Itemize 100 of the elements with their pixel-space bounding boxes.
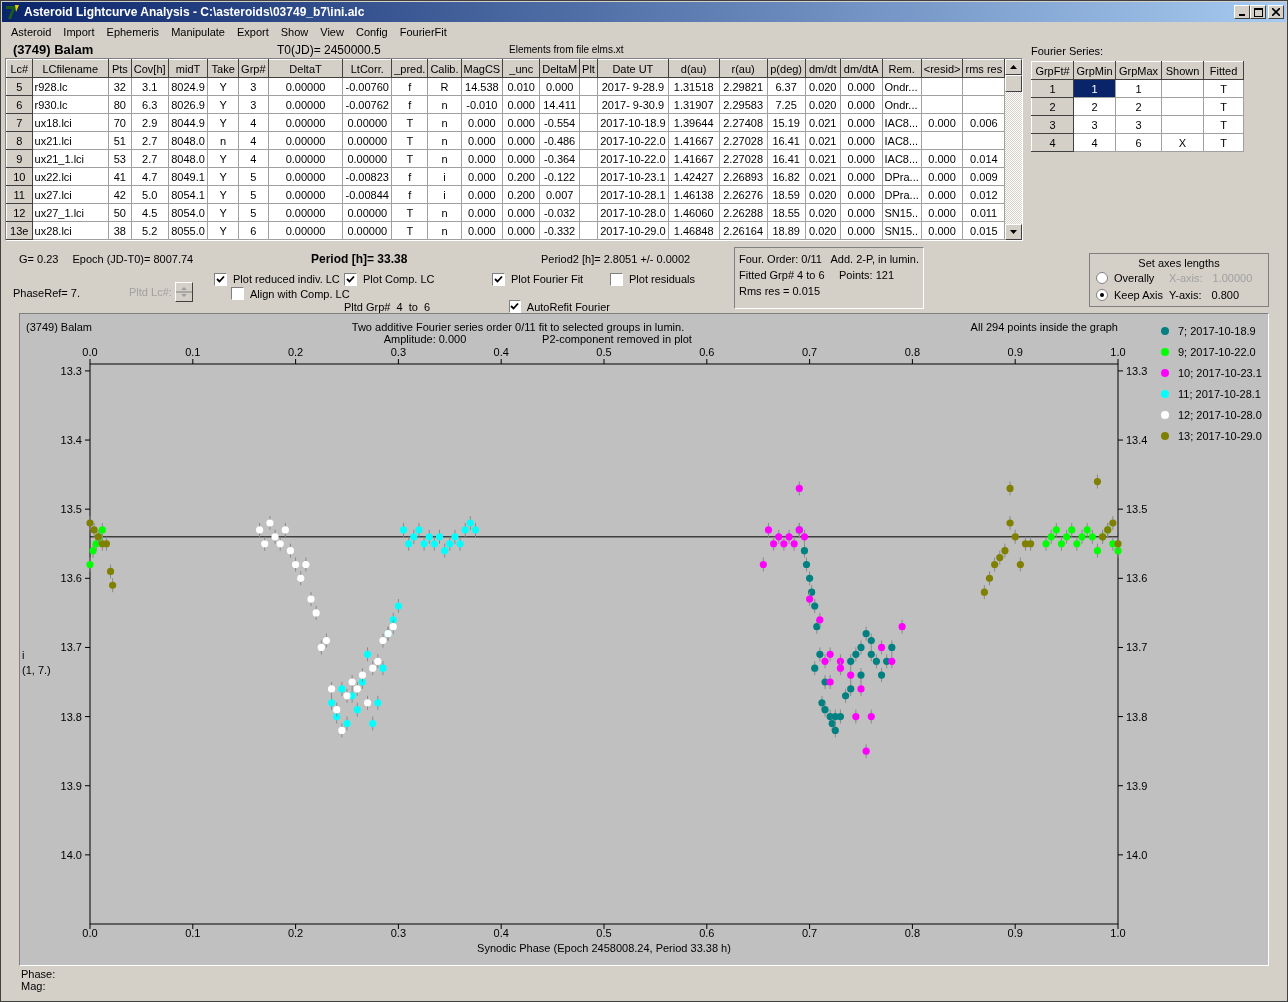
column-header[interactable]: Cov[h] — [131, 59, 169, 78]
table-cell: 0.00000 — [268, 131, 343, 150]
menu-item[interactable]: Export — [230, 26, 275, 38]
table-cell: f — [391, 185, 428, 204]
table-cell[interactable]: T — [1203, 97, 1244, 116]
point — [806, 574, 814, 582]
column-header[interactable]: Take — [207, 59, 239, 78]
point — [813, 623, 821, 631]
column-header[interactable]: GrpFt# — [1031, 61, 1074, 80]
column-header[interactable]: _pred. — [391, 59, 428, 78]
data-point — [867, 709, 875, 725]
column-header[interactable]: Pts — [108, 59, 132, 78]
table-cell[interactable]: 3 — [1115, 115, 1162, 134]
menu-item[interactable]: Manipulate — [165, 26, 231, 38]
column-header[interactable]: midT — [168, 59, 208, 78]
scroll-thumb[interactable] — [1005, 75, 1022, 92]
checkbox[interactable]: Plot residuals — [610, 271, 734, 287]
tick-label: 0.7 — [801, 346, 818, 358]
column-header[interactable]: Fitted — [1203, 61, 1244, 80]
scroll-up-icon[interactable] — [1010, 65, 1018, 69]
legend-label: 7; 2017-10-18.9 — [1178, 325, 1256, 337]
point — [338, 685, 346, 693]
table-cell: 0.000 — [502, 95, 540, 114]
checkmark-icon[interactable] — [216, 274, 225, 284]
plot-object-label: (3749) Balam — [26, 321, 93, 333]
table-cell[interactable]: 2 — [1073, 97, 1116, 116]
column-header[interactable]: MagCS — [461, 59, 503, 78]
checkbox[interactable]: Align with Comp. LC — [231, 287, 364, 300]
table-cell[interactable] — [1161, 115, 1204, 134]
column-header[interactable]: Rem. — [882, 59, 922, 78]
column-header[interactable]: Shown — [1161, 61, 1204, 80]
checkbox[interactable]: AutoRefit Fourier — [509, 300, 610, 313]
table-cell: Y — [207, 185, 239, 204]
menu-item[interactable]: Config — [349, 26, 394, 38]
table-cell[interactable] — [1161, 79, 1204, 98]
column-header[interactable]: GrpMax — [1115, 61, 1162, 80]
column-header[interactable]: dm/dt — [805, 59, 841, 78]
column-header[interactable]: Calib. — [427, 59, 462, 78]
column-header[interactable]: dm/dtA — [840, 59, 882, 78]
tick-label: 13.9 — [60, 779, 82, 792]
table-cell: 41 — [108, 167, 132, 186]
column-header[interactable]: Lc# — [6, 59, 32, 78]
legend-label: 9; 2017-10-22.0 — [1178, 346, 1256, 358]
column-header[interactable]: Date UT — [597, 59, 669, 78]
radio-indicator-icon[interactable] — [1096, 288, 1108, 301]
menu-item[interactable]: Import — [57, 26, 101, 38]
table-cell[interactable]: T — [1203, 133, 1244, 152]
table-cell: -0.554 — [539, 113, 580, 132]
vertical-scrollbar[interactable] — [1005, 59, 1022, 240]
spin-control[interactable] — [174, 282, 193, 302]
table-cell[interactable]: 6 — [1115, 133, 1162, 152]
column-header[interactable]: p(deg) — [767, 59, 806, 78]
radio-option[interactable]: Overally — [1096, 269, 1163, 286]
menu-item[interactable]: Ephemeris — [100, 26, 166, 38]
menu-item[interactable]: FourierFit — [393, 26, 453, 38]
close-icon[interactable] — [1272, 8, 1280, 16]
menu-item[interactable]: Asteroid — [5, 26, 58, 38]
column-header[interactable]: d(au) — [668, 59, 719, 78]
column-header[interactable]: LCfilename — [32, 59, 109, 78]
data-point — [435, 529, 444, 545]
checkmark-icon[interactable] — [494, 274, 503, 284]
table-cell: 2017- 9-30.9 — [597, 95, 669, 114]
table-cell: 0.00000 — [342, 131, 392, 150]
table-cell[interactable]: T — [1203, 79, 1244, 98]
checkbox[interactable]: Plot Fourier Fit — [492, 271, 610, 287]
table-cell[interactable]: 2 — [1115, 97, 1162, 116]
column-header[interactable]: GrpMin — [1073, 61, 1116, 80]
checkbox[interactable]: Plot reduced indiv. LC — [214, 271, 344, 287]
table-cell[interactable] — [1161, 97, 1204, 116]
menu-item[interactable]: View — [314, 26, 350, 38]
column-header[interactable]: r(au) — [719, 59, 768, 78]
checkbox[interactable]: Plot Comp. LC — [344, 271, 492, 287]
data-point — [1006, 480, 1014, 496]
scroll-down-icon[interactable] — [1010, 230, 1018, 234]
table-cell[interactable]: 1 — [1115, 79, 1162, 98]
radio-indicator-icon[interactable] — [1096, 271, 1108, 284]
column-header[interactable]: DeltaM — [539, 59, 580, 78]
column-header[interactable]: <resid> — [921, 59, 963, 78]
table-cell: IAC8... — [882, 149, 922, 168]
table-cell[interactable]: T — [1203, 115, 1244, 134]
tick-label: 13.3 — [1126, 364, 1148, 377]
fit-info-text: Points: 121 — [839, 269, 895, 281]
column-header[interactable]: LtCorr. — [342, 59, 392, 78]
table-cell[interactable]: 3 — [1073, 115, 1116, 134]
column-header[interactable]: DeltaT — [268, 59, 343, 78]
menu-item[interactable]: Show — [274, 26, 315, 38]
table-cell: 1.41667 — [668, 149, 719, 168]
radio-option[interactable]: Keep Axis — [1096, 286, 1163, 303]
close-button[interactable] — [1268, 5, 1284, 19]
column-header[interactable]: _unc — [502, 59, 540, 78]
column-header[interactable]: Grp# — [238, 59, 269, 78]
table-cell: T — [391, 221, 428, 240]
minimize-button[interactable] — [1234, 5, 1250, 19]
checkmark-icon[interactable] — [346, 274, 355, 284]
checkmark-icon[interactable] — [510, 302, 520, 311]
column-header[interactable]: rms res — [962, 59, 1005, 78]
point — [106, 567, 115, 576]
fit-info-text: Fitted Grp# 4 to 6 — [739, 269, 826, 281]
table-cell[interactable]: X — [1161, 133, 1204, 152]
table-cell[interactable]: 4 — [1073, 133, 1116, 152]
